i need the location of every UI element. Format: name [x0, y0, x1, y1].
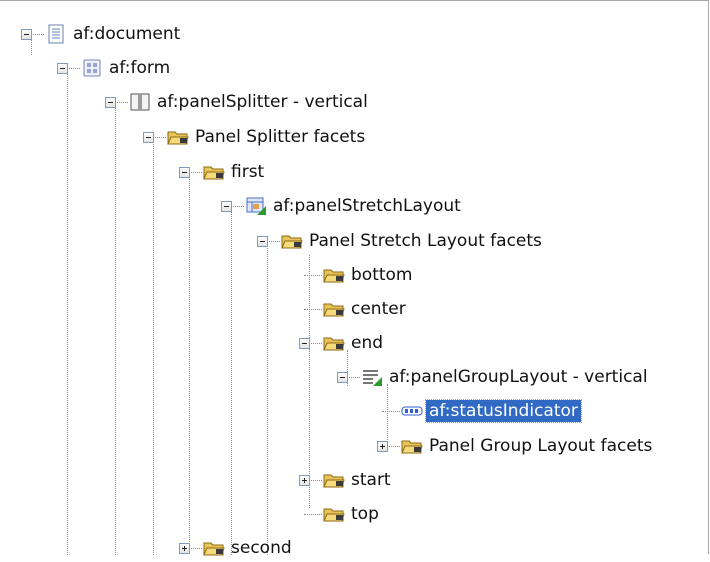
expand-icon[interactable]: [179, 543, 190, 554]
folder-icon: [203, 538, 225, 558]
collapse-icon[interactable]: [337, 372, 348, 383]
tree-node-label[interactable]: af:panelStretchLayout: [270, 195, 464, 217]
tree-node-label[interactable]: af:document: [70, 23, 183, 45]
tree-node-af-panelsplitter-vertical[interactable]: af:panelSplitter - vertical: [0, 88, 700, 116]
folder-icon: [203, 162, 225, 182]
expand-icon[interactable]: [377, 441, 388, 452]
tree-node-af-form[interactable]: af:form: [0, 54, 700, 82]
tree-node-label[interactable]: Panel Stretch Layout facets: [306, 230, 545, 252]
collapse-icon[interactable]: [221, 201, 232, 212]
tree-node-label[interactable]: af:panelSplitter - vertical: [154, 91, 371, 113]
folder-icon: [323, 299, 345, 319]
collapse-icon[interactable]: [299, 338, 310, 349]
folder-icon: [323, 265, 345, 285]
folder-icon: [281, 231, 303, 251]
tree-node-panel-group-layout-facets[interactable]: Panel Group Layout facets: [0, 432, 700, 460]
panel-stretch-layout-icon: [245, 196, 267, 216]
collapse-icon[interactable]: [21, 29, 32, 40]
tree-node-af-panelgrouplayout-vertical[interactable]: af:panelGroupLayout - vertical: [0, 363, 700, 391]
tree-node-label[interactable]: af:panelGroupLayout - vertical: [386, 366, 651, 388]
folder-icon: [323, 333, 345, 353]
document-icon: [45, 24, 67, 44]
collapse-icon[interactable]: [257, 236, 268, 247]
tree-node-first[interactable]: first: [0, 158, 700, 186]
tree-node-label[interactable]: start: [348, 469, 394, 491]
panel-group-layout-icon: [361, 367, 383, 387]
tree-node-label[interactable]: top: [348, 503, 382, 525]
tree-node-label[interactable]: Panel Splitter facets: [192, 126, 368, 148]
panel-splitter-icon: [129, 92, 151, 112]
tree-node-label[interactable]: af:form: [106, 57, 173, 79]
collapse-icon[interactable]: [143, 132, 154, 143]
form-icon: [81, 58, 103, 78]
expand-icon[interactable]: [299, 475, 310, 486]
tree-connector: [304, 309, 322, 310]
tree-node-end[interactable]: end: [0, 329, 700, 357]
tree-node-af-panelstretchlayout[interactable]: af:panelStretchLayout: [0, 192, 700, 220]
collapse-icon[interactable]: [57, 63, 68, 74]
tree-node-label[interactable]: end: [348, 332, 386, 354]
collapse-icon[interactable]: [105, 97, 116, 108]
tree-node-panel-stretch-layout-facets[interactable]: Panel Stretch Layout facets: [0, 227, 700, 255]
folder-icon: [323, 504, 345, 524]
folder-icon: [401, 436, 423, 456]
tree-node-center[interactable]: center: [0, 295, 700, 323]
status-indicator-icon: [401, 401, 423, 421]
tree-node-label[interactable]: second: [228, 537, 295, 559]
tree-node-label[interactable]: center: [348, 298, 409, 320]
tree-node-af-document[interactable]: af:document: [0, 20, 700, 48]
tree-node-top[interactable]: top: [0, 500, 700, 528]
folder-icon: [167, 127, 189, 147]
tree-node-panel-splitter-facets[interactable]: Panel Splitter facets: [0, 123, 700, 151]
tree-node-start[interactable]: start: [0, 466, 700, 494]
tree-connector: [304, 275, 322, 276]
tree-node-second[interactable]: second: [0, 534, 700, 562]
tree-node-af-statusindicator[interactable]: af:statusIndicator: [0, 397, 700, 425]
tree-node-label[interactable]: first: [228, 161, 267, 183]
tree-node-label[interactable]: Panel Group Layout facets: [426, 435, 655, 457]
tree-node-bottom[interactable]: bottom: [0, 261, 700, 289]
tree-connector: [304, 514, 322, 515]
tree-node-label[interactable]: bottom: [348, 264, 415, 286]
tree-node-label[interactable]: af:statusIndicator: [425, 399, 582, 423]
folder-icon: [323, 470, 345, 490]
collapse-icon[interactable]: [179, 167, 190, 178]
tree-connector: [382, 411, 400, 412]
